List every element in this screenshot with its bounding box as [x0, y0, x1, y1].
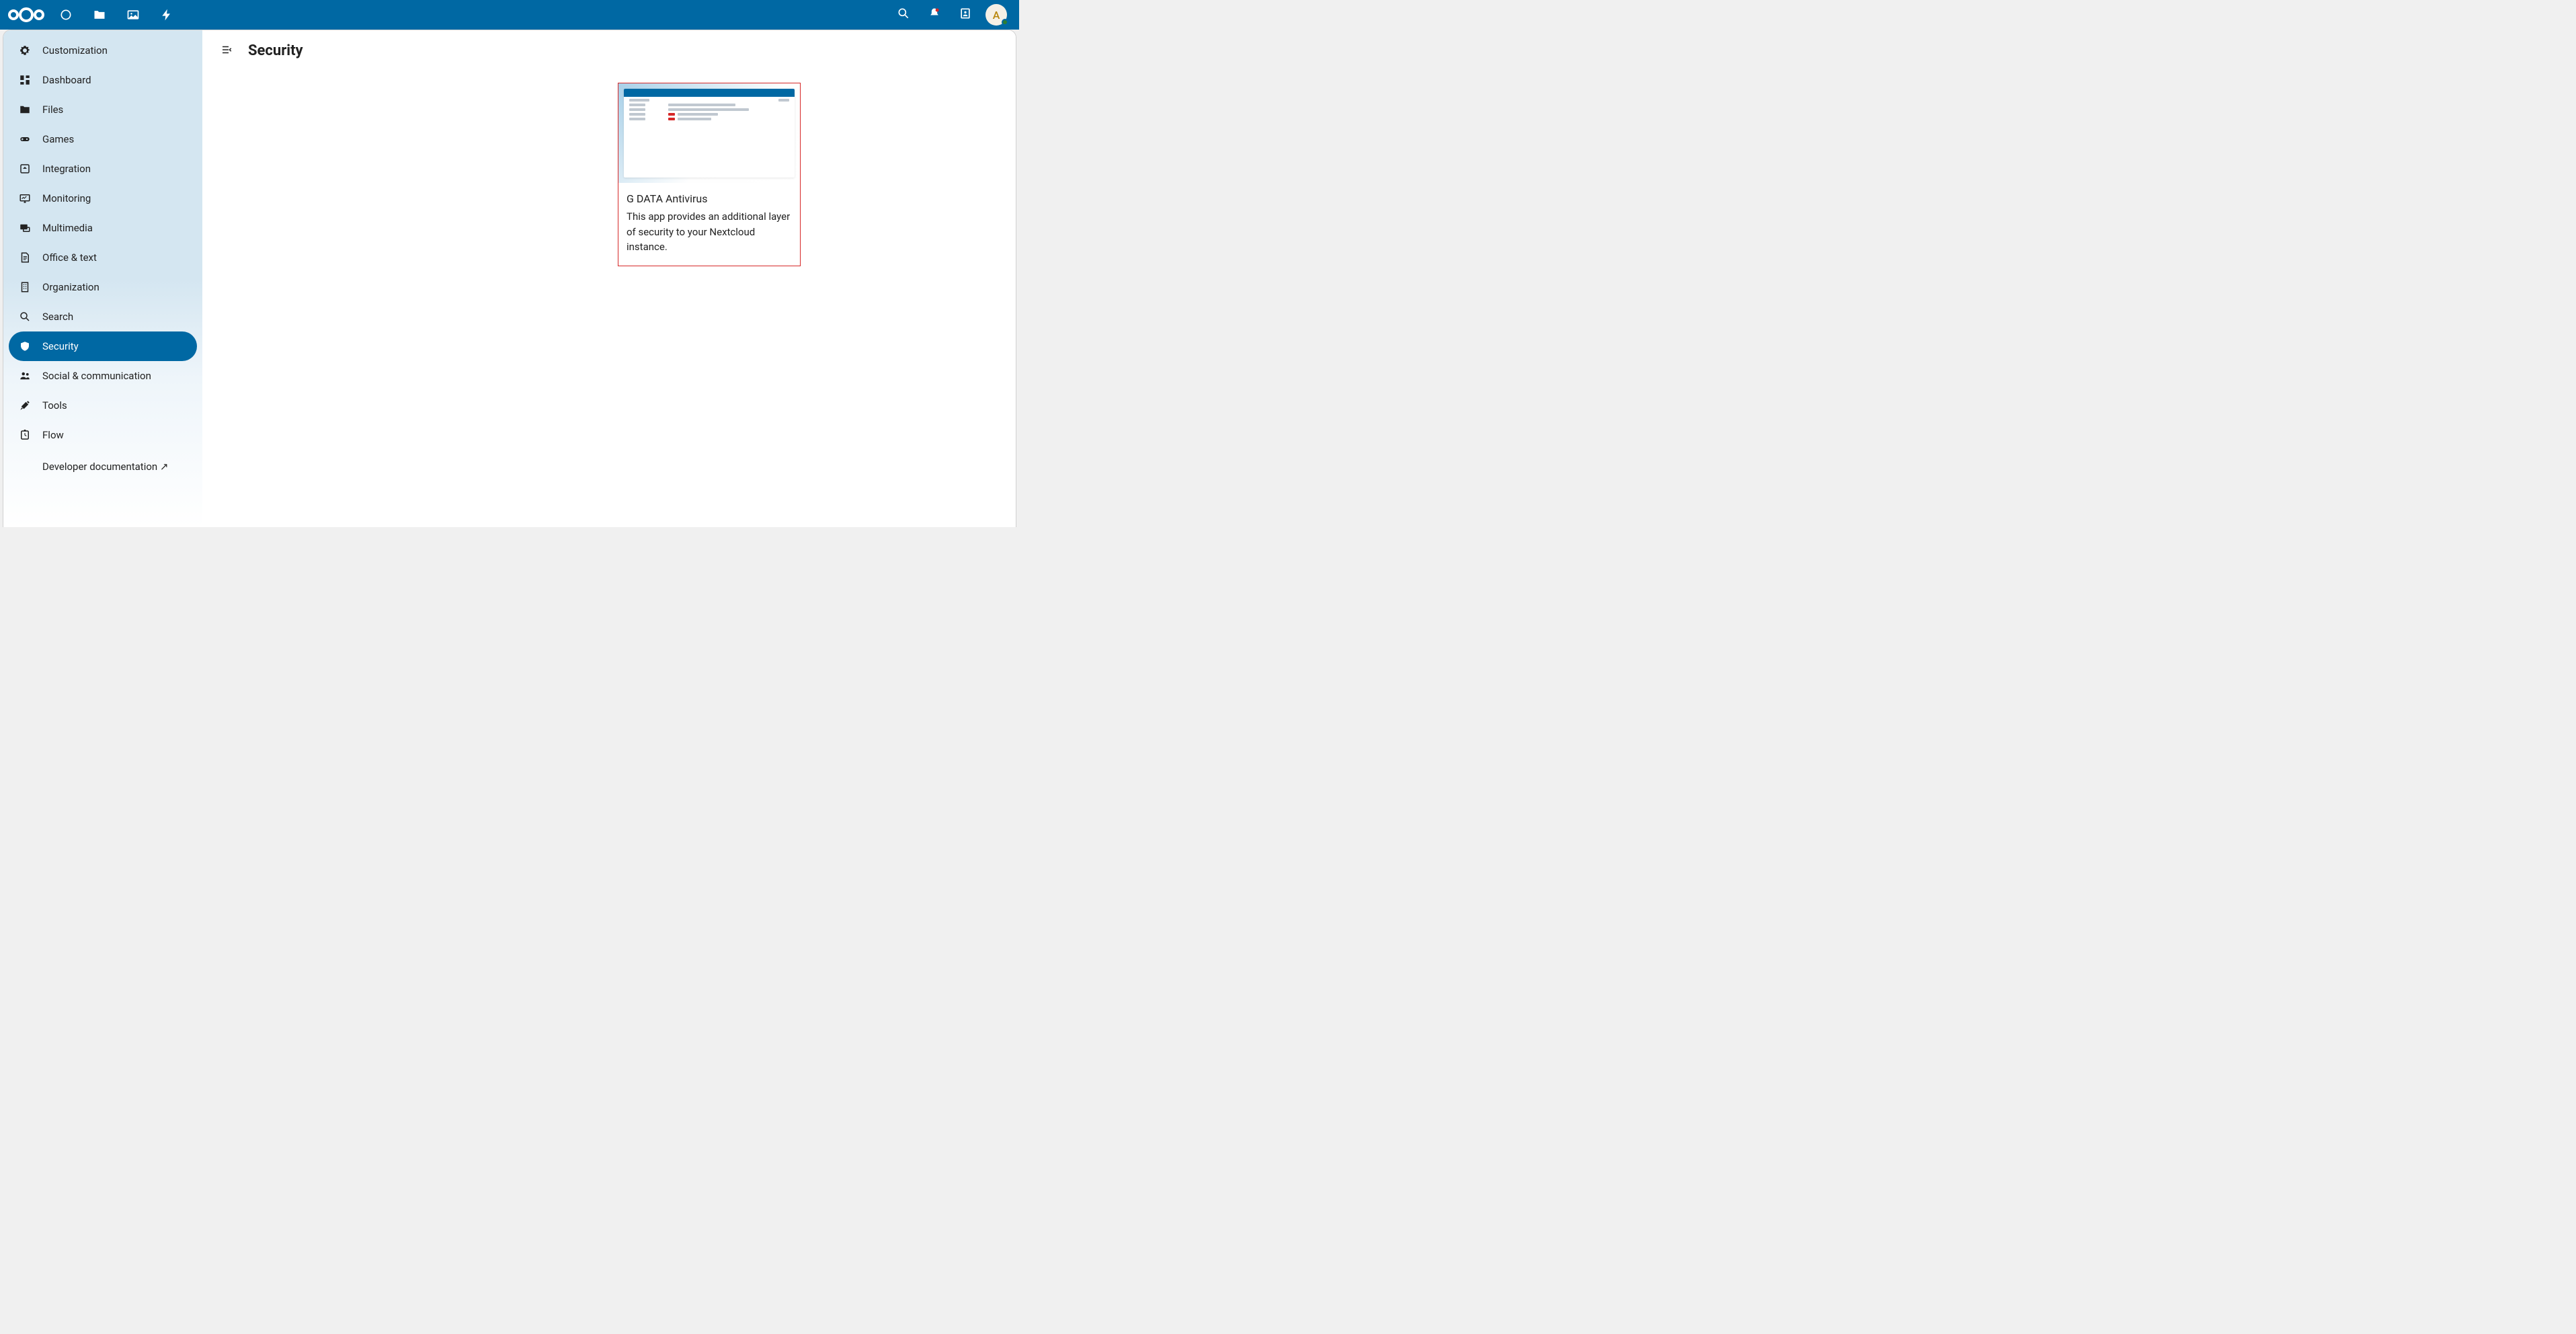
- dashboard-icon: [18, 73, 32, 87]
- integration-icon: [18, 162, 32, 175]
- main-wrap: Customization Dashboard Files Games Inte…: [3, 30, 1016, 527]
- top-bar: A: [0, 0, 1019, 30]
- sidebar: Customization Dashboard Files Games Inte…: [3, 30, 202, 527]
- sidebar-label: Flow: [42, 429, 64, 441]
- sidebar-label: Developer documentation ↗: [42, 461, 169, 473]
- sidebar-label: Monitoring: [42, 192, 91, 204]
- top-bar-left: [5, 0, 182, 30]
- sidebar-label: Integration: [42, 163, 91, 175]
- sidebar-label: Search: [42, 311, 73, 323]
- monitor-icon: [18, 192, 32, 205]
- sidebar-item-social[interactable]: Social & communication: [9, 361, 197, 391]
- page-title: Security: [248, 42, 303, 59]
- menu-collapse-icon: [220, 44, 233, 58]
- contacts-icon: [959, 7, 972, 23]
- app-card-body: G DATA Antivirus This app provides an ad…: [618, 183, 800, 266]
- sidebar-item-search[interactable]: Search: [9, 302, 197, 331]
- sidebar-label: Security: [42, 340, 79, 352]
- flow-icon: [18, 428, 32, 442]
- thumbnail-mini-window: [624, 89, 795, 178]
- sidebar-item-devdocs[interactable]: Developer documentation ↗: [9, 452, 197, 481]
- sidebar-item-files[interactable]: Files: [9, 95, 197, 124]
- organization-icon: [18, 280, 32, 294]
- sidebar-label: Customization: [42, 44, 108, 56]
- sidebar-item-office[interactable]: Office & text: [9, 243, 197, 272]
- user-avatar[interactable]: A: [985, 4, 1007, 26]
- sidebar-label: Multimedia: [42, 222, 93, 234]
- sidebar-label: Files: [42, 104, 63, 116]
- people-icon: [18, 369, 32, 383]
- avatar-initial: A: [993, 9, 1000, 22]
- sidebar-item-dashboard[interactable]: Dashboard: [9, 65, 197, 95]
- nav-files[interactable]: [85, 0, 114, 30]
- search-icon: [897, 7, 910, 23]
- sidebar-item-tools[interactable]: Tools: [9, 391, 197, 420]
- sidebar-item-integration[interactable]: Integration: [9, 154, 197, 184]
- sidebar-item-security[interactable]: Security: [9, 331, 197, 361]
- office-icon: [18, 251, 32, 264]
- content-header: Security: [202, 30, 1016, 71]
- nextcloud-logo[interactable]: [5, 4, 47, 26]
- search-icon: [18, 310, 32, 323]
- folder-icon: [18, 103, 32, 116]
- gear-icon: [18, 44, 32, 57]
- sidebar-label: Office & text: [42, 251, 97, 264]
- nav-activity[interactable]: [152, 0, 182, 30]
- avatar-status: [1002, 19, 1008, 26]
- notifications-button[interactable]: [924, 4, 945, 26]
- app-card-description: This app provides an additional layer of…: [627, 209, 792, 255]
- sidebar-label: Dashboard: [42, 74, 91, 86]
- collapse-sidebar-button[interactable]: [218, 43, 235, 59]
- sidebar-item-organization[interactable]: Organization: [9, 272, 197, 302]
- shield-icon: [18, 340, 32, 353]
- multimedia-icon: [18, 221, 32, 235]
- bell-icon: [928, 7, 941, 23]
- top-bar-right: A: [893, 4, 1014, 26]
- sidebar-item-customization[interactable]: Customization: [9, 36, 197, 65]
- sidebar-item-games[interactable]: Games: [9, 124, 197, 154]
- sidebar-label: Tools: [42, 399, 67, 411]
- sidebar-item-multimedia[interactable]: Multimedia: [9, 213, 197, 243]
- nav-photos[interactable]: [118, 0, 148, 30]
- contacts-button[interactable]: [955, 4, 976, 26]
- sidebar-item-monitoring[interactable]: Monitoring: [9, 184, 197, 213]
- sidebar-label: Organization: [42, 281, 99, 293]
- empty-icon: [18, 460, 32, 473]
- sidebar-label: Social & communication: [42, 370, 151, 382]
- app-card-gdata[interactable]: G DATA Antivirus This app provides an ad…: [618, 83, 801, 266]
- search-button[interactable]: [893, 4, 914, 26]
- sidebar-item-flow[interactable]: Flow: [9, 420, 197, 450]
- app-card-title: G DATA Antivirus: [627, 192, 792, 205]
- sidebar-label: Games: [42, 133, 74, 145]
- nav-dashboard[interactable]: [51, 0, 81, 30]
- gamepad-icon: [18, 132, 32, 146]
- content-area: Security G DATA Antivirus This app provi…: [202, 30, 1016, 527]
- app-card-thumbnail: [618, 83, 800, 183]
- tools-icon: [18, 399, 32, 412]
